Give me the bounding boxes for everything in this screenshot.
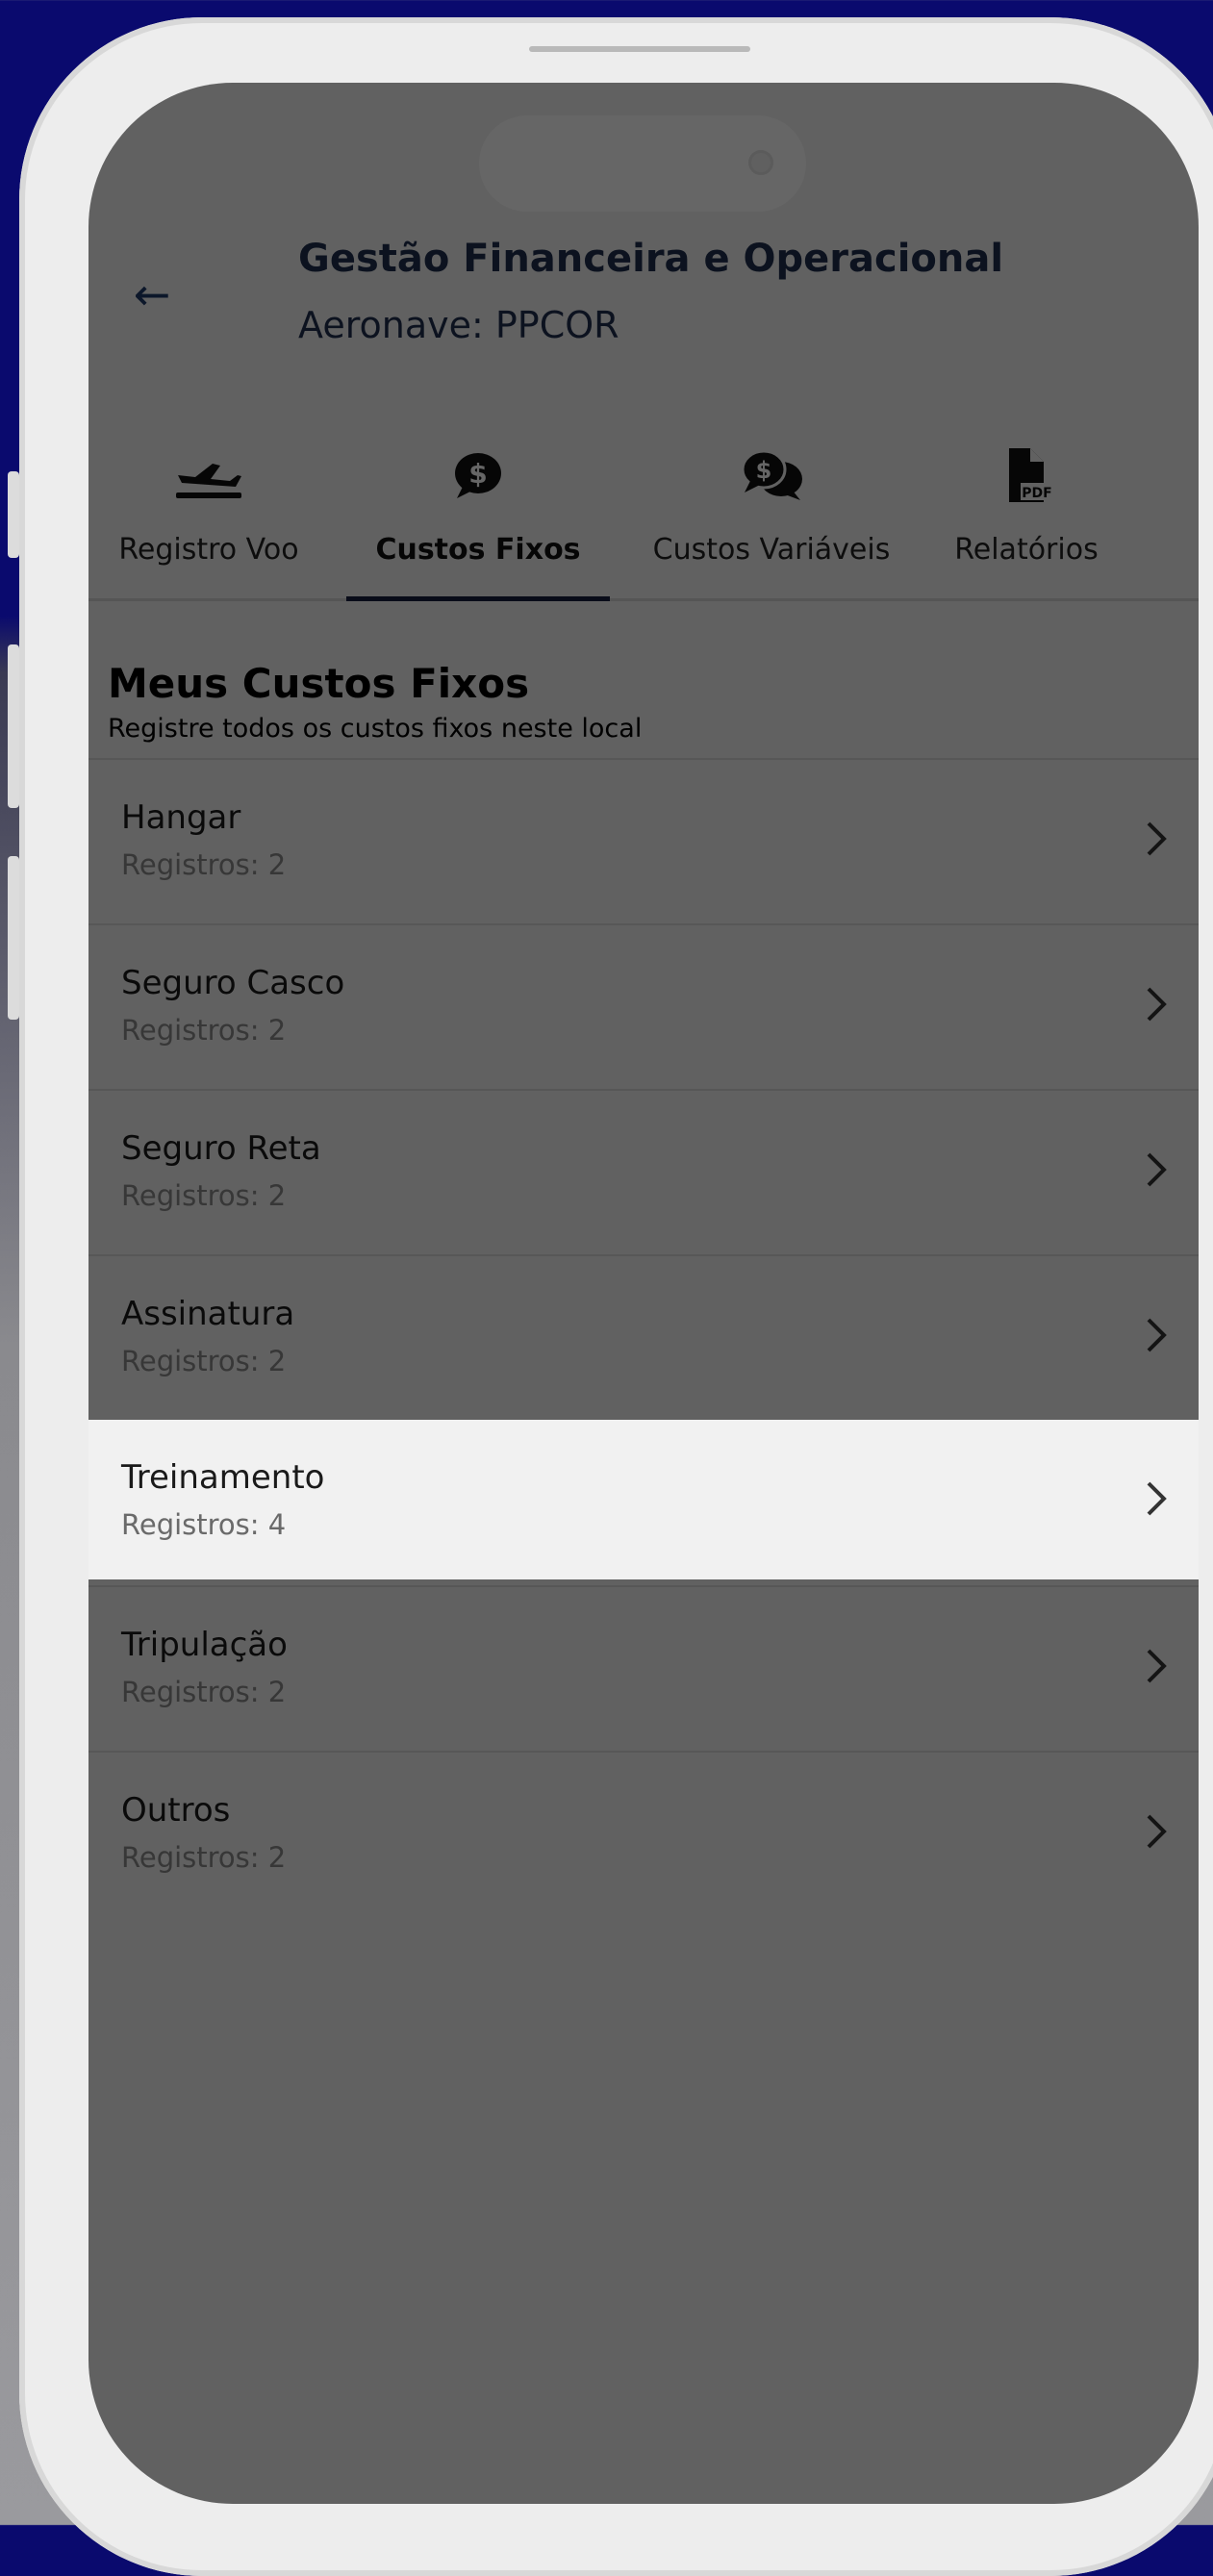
section-title: Meus Custos Fixos [108, 660, 530, 707]
list-item[interactable]: Hangar Registros: 2 [88, 758, 1199, 923]
item-count: Registros: 2 [121, 1345, 287, 1377]
item-count: Registros: 2 [121, 1179, 287, 1212]
list-item[interactable]: Tripulação Registros: 2 [88, 1585, 1199, 1751]
section-subtitle: Registre todos os custos fixos neste loc… [108, 714, 643, 744]
tab-label: Registro Voo [118, 533, 299, 567]
aircraft-subtitle: Aeronave: PPCOR [298, 304, 619, 346]
tab-registro-voo[interactable]: Registro Voo [108, 371, 310, 598]
tab-custos-fixos[interactable]: $ Custos Fixos [346, 371, 610, 601]
list-item[interactable]: Seguro Reta Registros: 2 [88, 1089, 1199, 1254]
dynamic-island [479, 115, 806, 212]
tab-label: Custos Fixos [375, 533, 581, 567]
svg-text:$: $ [468, 458, 487, 490]
item-name: Assinatura [121, 1295, 295, 1333]
item-count: Registros: 2 [121, 848, 287, 881]
active-tab-indicator [346, 596, 610, 601]
chevron-right-icon [1147, 1481, 1167, 1516]
item-name: Outros [121, 1791, 231, 1830]
dollar-chat-icon: $ [455, 453, 501, 498]
item-name: Seguro Reta [121, 1129, 321, 1168]
front-camera-icon [748, 150, 773, 175]
chevron-right-icon [1147, 1318, 1167, 1352]
chevron-right-icon [1147, 1814, 1167, 1849]
back-arrow-icon[interactable]: ← [123, 265, 181, 323]
pdf-file-icon: PDF [1009, 448, 1053, 502]
svg-text:PDF: PDF [1022, 486, 1051, 501]
list-item[interactable]: Seguro Casco Registros: 2 [88, 923, 1199, 1089]
phone-side-button [8, 471, 19, 558]
tab-bar: Registro Voo $ Custos Fixos $ Custos Var… [88, 371, 1199, 601]
list-item[interactable]: Assinatura Registros: 2 [88, 1254, 1199, 1420]
item-name: Hangar [121, 798, 241, 837]
page-title: Gestão Financeira e Operacional [298, 237, 1004, 281]
tab-label: Custos Variáveis [652, 533, 891, 567]
app-screen: ← Gestão Financeira e Operacional Aerona… [88, 83, 1199, 2504]
list-item[interactable]: Outros Registros: 2 [88, 1751, 1199, 1916]
chevron-right-icon [1147, 821, 1167, 856]
chevron-right-icon [1147, 987, 1167, 1022]
item-name: Seguro Casco [121, 964, 345, 1002]
phone-volume-up-button [8, 644, 19, 808]
phone-frame: ← Gestão Financeira e Operacional Aerona… [19, 17, 1213, 2576]
item-count: Registros: 2 [121, 1014, 287, 1047]
item-count: Registros: 4 [121, 1508, 287, 1541]
item-name: Treinamento [121, 1458, 325, 1497]
item-name: Tripulação [121, 1626, 288, 1664]
plane-departure-icon [176, 464, 241, 498]
item-count: Registros: 2 [121, 1676, 287, 1708]
svg-text:$: $ [756, 457, 772, 484]
dollar-chats-icon: $ [741, 449, 802, 500]
fixed-costs-list: Hangar Registros: 2 Seguro Casco Registr… [88, 758, 1199, 1916]
list-item-highlighted[interactable]: Treinamento Registros: 4 [88, 1420, 1199, 1579]
phone-volume-down-button [8, 856, 19, 1020]
tab-custos-variaveis[interactable]: $ Custos Variáveis [637, 371, 906, 598]
chevron-right-icon [1147, 1152, 1167, 1187]
phone-speaker-slot [529, 46, 750, 52]
item-count: Registros: 2 [121, 1841, 287, 1874]
tab-relatorios[interactable]: PDF Relatórios [935, 371, 1118, 598]
tab-label: Relatórios [954, 533, 1099, 567]
chevron-right-icon [1147, 1649, 1167, 1683]
